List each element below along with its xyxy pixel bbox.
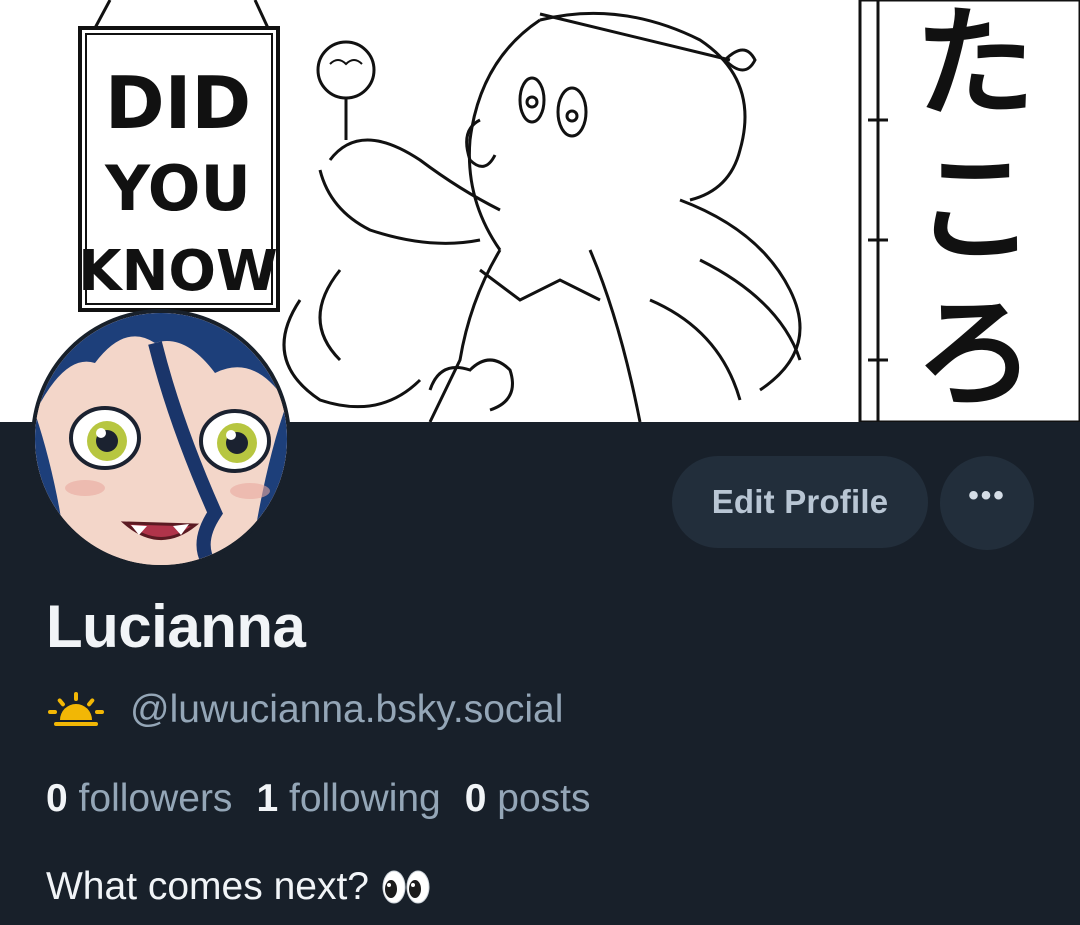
banner-vertical-text-2: こ [915, 140, 1035, 279]
more-options-button[interactable]: ••• [940, 456, 1034, 550]
edit-profile-button[interactable]: Edit Profile [672, 456, 928, 548]
sign-line-2: YOU [104, 152, 251, 225]
following-stat[interactable]: 1 following [256, 777, 440, 820]
banner-vertical-text-3: ろ [915, 285, 1035, 422]
posts-stat: 0 posts [465, 777, 591, 820]
banner-vertical-text-1: た [915, 0, 1035, 134]
sign-line-1: DID [105, 61, 251, 145]
following-count: 1 [256, 777, 279, 820]
display-name: Lucianna [46, 593, 306, 660]
sign-line-3: KNOW [78, 239, 278, 304]
profile-handle[interactable]: @luwucianna.bsky.social [130, 685, 563, 735]
followers-count: 0 [46, 777, 68, 820]
sun-emoji-icon [48, 692, 104, 726]
bio-text: What comes next? [46, 865, 369, 908]
profile-bio: What comes next? [46, 862, 431, 912]
followers-label: followers [78, 777, 233, 820]
posts-label: posts [497, 777, 591, 820]
avatar[interactable] [31, 309, 291, 569]
profile-screen: DID YOU KNOW た こ ろ Edit Profile ••• Luci… [0, 0, 1080, 925]
eyes-emoji-icon [382, 870, 430, 904]
ellipsis-icon: ••• [968, 479, 1006, 512]
handle-row: @luwucianna.bsky.social [46, 685, 563, 735]
following-label: following [288, 777, 441, 820]
posts-count: 0 [464, 777, 487, 820]
followers-stat[interactable]: 0 followers [46, 777, 232, 820]
profile-stats: 0 followers 1 following 0 posts [46, 774, 591, 824]
avatar-illustration [35, 313, 287, 565]
